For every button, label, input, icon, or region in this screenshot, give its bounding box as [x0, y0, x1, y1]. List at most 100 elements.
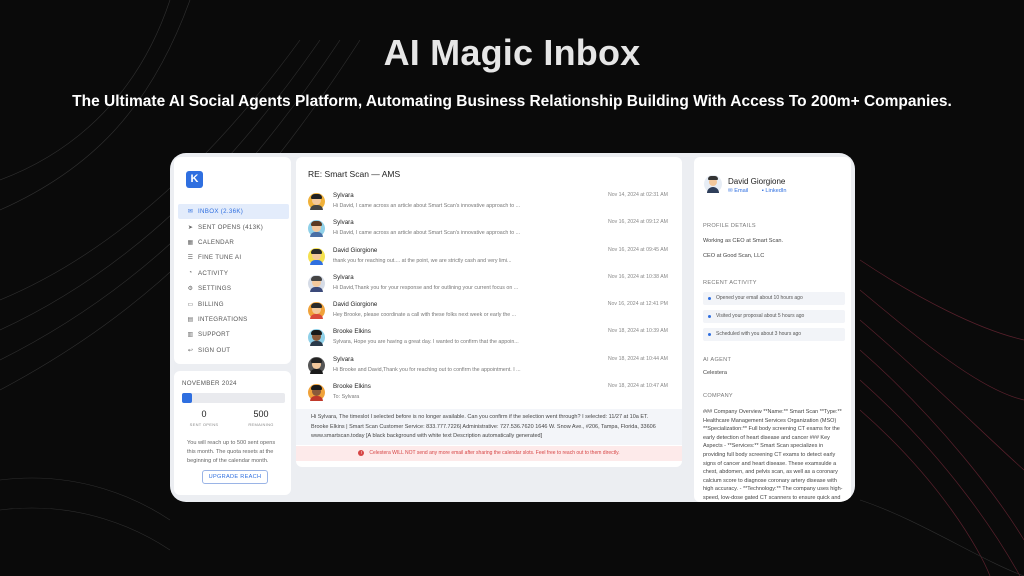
- sidebar-item-label: SIGN OUT: [198, 346, 231, 354]
- mail-icon: ✉: [187, 209, 194, 216]
- alert-icon: !: [358, 449, 365, 456]
- message-row[interactable]: Sylvara Hi David, I came across an artic…: [308, 218, 672, 245]
- activity-item: Opened your email about 10 hours ago: [703, 292, 845, 305]
- sidebar-item-label: INTEGRATIONS: [198, 315, 248, 323]
- sent-opens-label: SENT OPENS: [189, 422, 219, 427]
- avatar: [308, 302, 325, 320]
- app-window: K ✉ INBOX (2.36K) ➤ SENT OPENS (413K) ▦ …: [170, 153, 855, 502]
- recipient-label: To:: [333, 394, 341, 401]
- warning-text: Celestera WILL NOT send any more email a…: [369, 450, 620, 456]
- sidebar-item-label: FINE TUNE AI: [198, 254, 242, 262]
- linkedin-link[interactable]: ▪ LinkedIn: [762, 188, 793, 194]
- sidebar-item-sign-out[interactable]: ↩ SIGN OUT: [178, 343, 289, 358]
- upgrade-reach-button[interactable]: UPGRADE REACH: [202, 470, 268, 484]
- sent-opens-value: 0: [201, 409, 207, 419]
- message-date: Nov 16, 2024 at 12:41 PM: [607, 301, 668, 308]
- message-snippet: Hey Brooke, please coordinate a call wit…: [333, 312, 517, 319]
- contact-panel: David Giorgione ✉ Email ▪ LinkedIn PROFI…: [694, 157, 851, 502]
- message-row[interactable]: Sylvara Hi David, I came across an artic…: [308, 191, 672, 218]
- sidebar-item-label: INBOX (2.36K): [198, 208, 244, 216]
- sidebar-item-inbox[interactable]: ✉ INBOX (2.36K): [178, 204, 289, 220]
- message-snippet: Sylvara, Hope you are having a great day…: [333, 339, 519, 346]
- thread-title: RE: Smart Scan — AMS: [308, 169, 401, 179]
- message-sender: Sylvara: [333, 273, 354, 281]
- recipient-name: Sylvara: [341, 394, 360, 401]
- sidebar-item-label: ACTIVITY: [198, 269, 229, 277]
- gear-icon: ⚙: [187, 286, 194, 293]
- sent-opens-stat: 0 SENT OPENS: [179, 409, 229, 427]
- sidebar-item-label: SENT OPENS (413K): [198, 223, 264, 231]
- quota-progress-fill: [182, 393, 193, 403]
- sidebar-nav: ✉ INBOX (2.36K) ➤ SENT OPENS (413K) ▦ CA…: [178, 204, 289, 358]
- message-snippet: Hi David, I came across an article about…: [333, 203, 521, 209]
- message-date: Nov 16, 2024 at 10:38 AM: [608, 273, 668, 280]
- integrations-icon: ▤: [187, 316, 194, 323]
- message-date: Nov 16, 2024 at 09:12 AM: [608, 219, 668, 226]
- warning-banner: ! Celestera WILL NOT send any more email …: [296, 446, 682, 461]
- sidebar-item-fine-tune-ai[interactable]: ☰ FINE TUNE AI: [178, 250, 289, 265]
- ai-agent-name: Celestera: [703, 370, 727, 376]
- hero-subtitle: The Ultimate AI Social Agents Platform, …: [72, 93, 952, 110]
- sidebar-item-integrations[interactable]: ▤ INTEGRATIONS: [178, 312, 289, 327]
- message-row[interactable]: David Giorgione Hey Brooke, please coord…: [308, 300, 672, 327]
- profile-line: Working as CEO at Smart Scan.: [703, 238, 784, 244]
- message-sender: Sylvara: [333, 355, 354, 363]
- sidebar-item-support[interactable]: ▥ SUPPORT: [178, 327, 289, 342]
- message-date: Nov 18, 2024 at 10:47 AM: [608, 383, 668, 390]
- remaining-stat: 500 REMAINING: [236, 409, 286, 427]
- sign-out-icon: ↩: [187, 347, 194, 354]
- billing-icon: ▭: [187, 301, 194, 308]
- message-snippet: Hi Brooke and David,Thank you for reachi…: [333, 366, 521, 373]
- message-row[interactable]: Brooke Elkins To: Sylvara Nov 18, 2024 a…: [308, 382, 672, 409]
- message-row[interactable]: Sylvara Hi Brooke and David,Thank you fo…: [308, 355, 672, 382]
- support-icon: ▥: [187, 332, 194, 339]
- avatar: [308, 356, 325, 374]
- message-snippet: Hi David, I came across an article about…: [333, 230, 521, 237]
- message-sender: Sylvara: [333, 219, 354, 227]
- quota-note: You will reach up to 500 sent opens this…: [187, 440, 276, 464]
- hero-title: AI Magic Inbox: [383, 32, 641, 73]
- profile-details-heading: PROFILE DETAILS: [703, 223, 756, 229]
- message-date: Nov 18, 2024 at 10:39 AM: [608, 328, 668, 335]
- sidebar: K ✉ INBOX (2.36K) ➤ SENT OPENS (413K) ▦ …: [174, 157, 291, 364]
- message-row[interactable]: Brooke Elkins Sylvara, Hope you are havi…: [308, 327, 672, 354]
- sidebar-item-label: BILLING: [198, 300, 224, 308]
- company-heading: COMPANY: [703, 393, 733, 399]
- avatar: [308, 329, 325, 347]
- profile-line: CEO at Good Scan, LLC: [703, 253, 765, 259]
- email-link[interactable]: ✉ Email: [728, 188, 754, 194]
- message-sender: David Giorgione: [333, 246, 378, 254]
- message-date: Nov 18, 2024 at 10:44 AM: [608, 355, 668, 362]
- company-description: ### Company Overview **Name:** Smart Sca…: [703, 409, 843, 501]
- remaining-value: 500: [253, 409, 269, 419]
- app-logo[interactable]: K: [186, 171, 203, 188]
- contact-name: David Giorgione: [728, 177, 786, 186]
- send-icon: ➤: [187, 224, 194, 231]
- message-sender: Brooke Elkins: [333, 383, 371, 391]
- sidebar-item-activity[interactable]: ◔ ACTIVITY: [178, 266, 289, 281]
- bell-icon: ◔: [188, 270, 193, 277]
- avatar: [308, 274, 325, 292]
- sidebar-item-billing[interactable]: ▭ BILLING: [178, 296, 289, 311]
- sidebar-item-sent-opens[interactable]: ➤ SENT OPENS (413K): [178, 219, 289, 234]
- sidebar-item-label: SUPPORT: [198, 331, 230, 339]
- message-row[interactable]: David Giorgione thank you for reaching o…: [308, 246, 672, 273]
- sliders-icon: ☰: [187, 255, 194, 262]
- ai-agent-heading: AI AGENT: [703, 357, 732, 363]
- contact-links: ✉ Email ▪ LinkedIn: [728, 188, 799, 194]
- quota-progress-bar: [182, 393, 285, 403]
- quota-month: NOVEMBER 2024: [182, 380, 237, 387]
- calendar-icon: ▦: [187, 239, 194, 246]
- message-row[interactable]: Sylvara Hi David,Thank you for your resp…: [308, 273, 672, 300]
- sidebar-item-calendar[interactable]: ▦ CALENDAR: [178, 235, 289, 250]
- remaining-label: REMAINING: [248, 422, 274, 427]
- sidebar-item-settings[interactable]: ⚙ SETTINGS: [178, 281, 289, 296]
- message-date: Nov 14, 2024 at 02:31 AM: [608, 192, 668, 198]
- avatar: [308, 193, 325, 210]
- message-snippet: Hi David,Thank you for your response and…: [333, 284, 519, 291]
- email-body: Hi Sylvara, The timeslot I selected befo…: [296, 409, 682, 445]
- message-snippet: thank you for reaching out.... at the po…: [333, 257, 512, 264]
- message-recipient: To: Sylvara: [333, 394, 359, 400]
- quota-card: NOVEMBER 2024 0 SENT OPENS 500 REMAINING…: [174, 371, 291, 495]
- message-sender: Brooke Elkins: [333, 328, 371, 336]
